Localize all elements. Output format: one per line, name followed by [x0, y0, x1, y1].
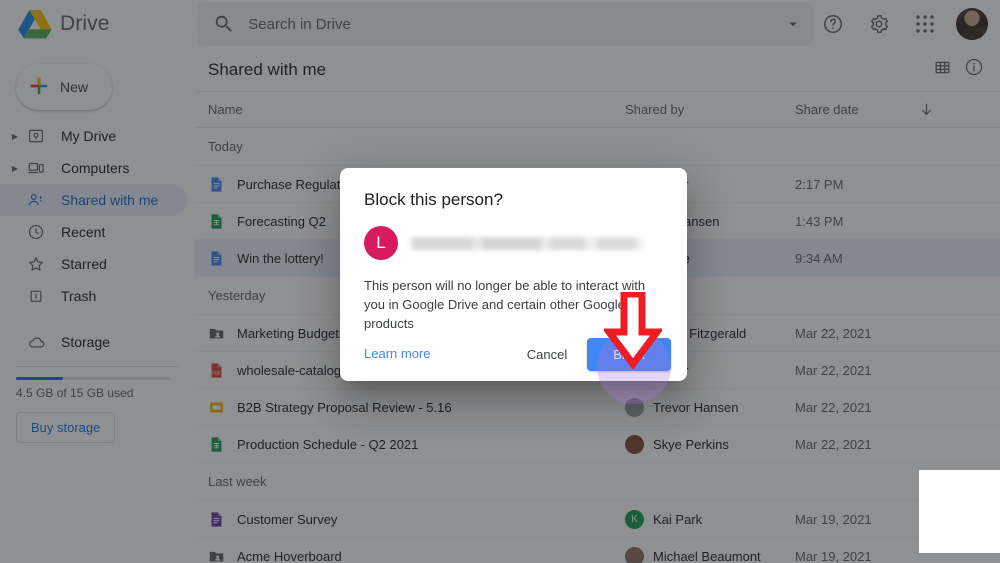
cancel-button[interactable]: Cancel — [515, 339, 579, 370]
dialog-actions: Cancel Block — [515, 338, 671, 371]
redacted-email-text — [411, 236, 645, 250]
block-person-dialog: Block this person? L This person will no… — [340, 168, 687, 404]
dialog-body-text: This person will no longer be able to in… — [364, 278, 646, 331]
white-overlay-patch — [919, 470, 1000, 553]
block-button[interactable]: Block — [587, 338, 671, 371]
dialog-person-row: L — [364, 226, 663, 260]
google-drive-window: Drive — [0, 0, 1000, 563]
dialog-avatar: L — [364, 226, 398, 260]
learn-more-link[interactable]: Learn more — [364, 346, 430, 361]
dialog-title: Block this person? — [364, 190, 503, 209]
